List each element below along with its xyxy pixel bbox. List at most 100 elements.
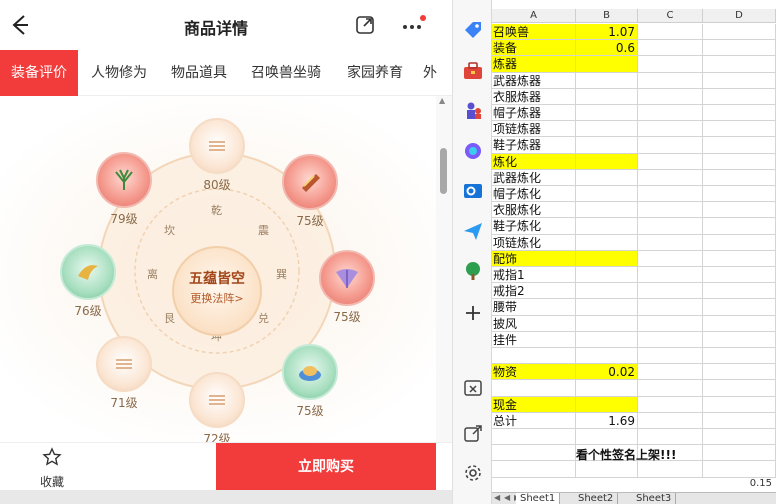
cell-c[interactable] [638,267,703,284]
cell-a[interactable]: 帽子炼化 [492,186,576,203]
cell-d[interactable] [703,40,776,57]
cell-a[interactable]: 项链炼化 [492,234,576,251]
cell-b[interactable] [576,461,638,478]
cell-a[interactable] [492,445,576,462]
cell-a[interactable]: 武器炼化 [492,169,576,186]
scrollbar-thumb[interactable] [440,148,447,194]
cell-d[interactable] [703,218,776,235]
cell-b[interactable]: 0.02 [576,364,638,381]
cell-c[interactable] [638,218,703,235]
cell-b[interactable] [576,218,638,235]
cell-a[interactable]: 腰带 [492,299,576,316]
tab-more[interactable]: 外 [418,50,442,96]
tag-icon[interactable] [462,19,484,41]
cell-a[interactable]: 鞋子炼化 [492,218,576,235]
cell-d[interactable] [703,202,776,219]
cell-d[interactable] [703,461,776,478]
cell-a[interactable]: 装备 [492,40,576,57]
cell-b[interactable] [576,348,638,365]
cell-b[interactable] [576,186,638,203]
cell-b[interactable]: 0.6 [576,40,638,57]
cell-b[interactable] [576,234,638,251]
cell-a[interactable]: 衣服炼器 [492,88,576,105]
sheet-tab-3[interactable]: Sheet3 [632,493,677,504]
cell-c[interactable] [638,250,703,267]
cell-a[interactable]: 帽子炼器 [492,105,576,122]
chess-icon[interactable] [462,100,484,122]
formation-slot-top-left[interactable]: 79级 [96,152,152,226]
tab-cultivation[interactable]: 人物修为 [80,50,158,96]
cell-c[interactable] [638,348,703,365]
formation-slot-bottom-right[interactable]: 75级 [282,344,338,418]
cell-c[interactable] [638,56,703,73]
buy-now-button[interactable]: 立即购买 [216,443,436,491]
cell-a[interactable] [492,380,576,397]
tab-summon-mounts[interactable]: 召唤兽坐骑 [240,50,332,96]
cell-d[interactable] [703,169,776,186]
cell-d[interactable] [703,348,776,365]
cell-d[interactable] [703,396,776,413]
cell-b[interactable] [576,396,638,413]
cell-d[interactable] [703,412,776,429]
content-scrollbar[interactable]: ▲ ▼ [436,96,452,490]
tab-items[interactable]: 物品道具 [160,50,238,96]
cell-d[interactable] [703,315,776,332]
cell-b[interactable] [576,88,638,105]
cell-a[interactable] [492,461,576,478]
cell-b[interactable] [576,169,638,186]
cell-d[interactable] [703,267,776,284]
cell-d[interactable] [703,121,776,138]
cell-a[interactable]: 总计 [492,412,576,429]
cell-d[interactable] [703,331,776,348]
formation-slot-bottom-left[interactable]: 71级 [96,336,152,410]
cell-b[interactable] [576,267,638,284]
m365-icon[interactable] [462,140,484,162]
cell-c[interactable] [638,380,703,397]
formation-slot-right[interactable]: 75级 [319,250,375,324]
cell-a[interactable] [492,429,576,446]
formation-slot-top-right[interactable]: 75级 [282,154,338,228]
cell-b[interactable] [576,72,638,89]
cell-c[interactable] [638,105,703,122]
column-header-a[interactable]: A [492,9,576,23]
cell-c[interactable] [638,72,703,89]
cell-b[interactable] [576,429,638,446]
cell-b[interactable]: 1.07 [576,24,638,41]
tab-first-icon[interactable]: ◀ [494,493,500,502]
cell-a[interactable]: 炼器 [492,56,576,73]
cell-c[interactable] [638,202,703,219]
cell-c[interactable] [638,40,703,57]
cell-b[interactable] [576,299,638,316]
column-header-d[interactable]: D [703,9,776,23]
cell-b[interactable] [576,380,638,397]
cell-d[interactable] [703,283,776,300]
tree-icon[interactable] [462,260,484,282]
cell-b[interactable] [576,202,638,219]
cell-b[interactable] [576,56,638,73]
toolbox-icon[interactable] [462,60,484,82]
cell-a[interactable]: 项链炼器 [492,121,576,138]
cell-a[interactable]: 召唤兽 [492,24,576,41]
cell-d[interactable] [703,234,776,251]
favorite-button[interactable]: 收藏 [30,447,74,489]
cell-d[interactable] [703,153,776,170]
sheet-tab-2[interactable]: Sheet2 [574,493,619,504]
cell-a[interactable]: 挂件 [492,331,576,348]
cell-b[interactable] [576,250,638,267]
cell-c[interactable] [638,461,703,478]
cell-c[interactable] [638,331,703,348]
tab-home-raising[interactable]: 家园养育 [336,50,414,96]
cell-b[interactable] [576,153,638,170]
cell-d[interactable] [703,137,776,154]
share-icon[interactable] [354,14,376,36]
sheet-banner-text[interactable]: 看个性签名上架!!! [576,446,776,462]
change-formation-link[interactable]: 更换法阵> [174,290,260,306]
cell-d[interactable] [703,429,776,446]
formation-center-button[interactable]: 五蕴皆空 更换法阵> [172,246,262,336]
formation-slot-bottom[interactable]: 72级 [189,372,245,442]
cell-a[interactable]: 配饰 [492,250,576,267]
cell-c[interactable] [638,137,703,154]
cell-c[interactable] [638,121,703,138]
column-header-b[interactable]: B [576,9,638,23]
cell-c[interactable] [638,234,703,251]
